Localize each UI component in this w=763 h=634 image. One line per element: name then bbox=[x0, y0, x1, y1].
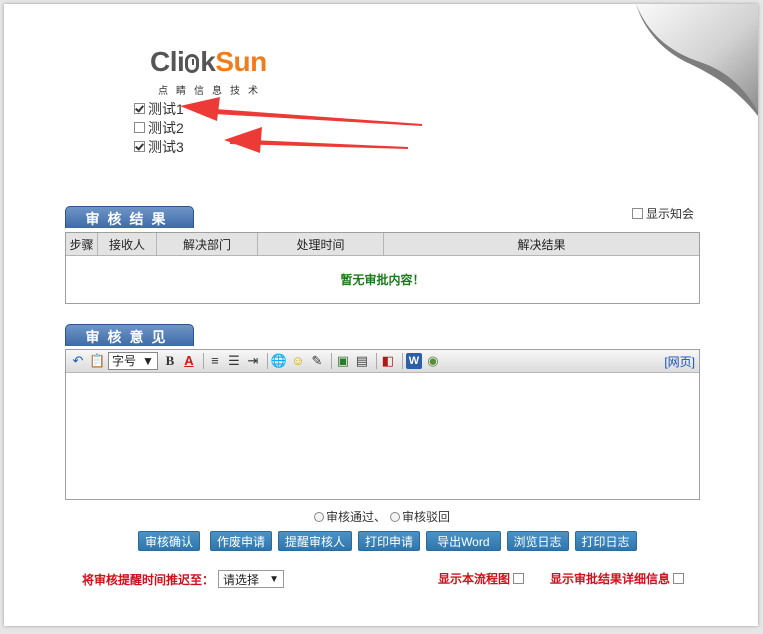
print-log-button[interactable]: 打印日志 bbox=[574, 531, 637, 551]
numbered-list-icon[interactable]: ☰ bbox=[226, 353, 242, 369]
tab-review-result[interactable]: 审核结果 bbox=[65, 206, 194, 228]
show-detail-toggle[interactable]: 显示审批结果详细信息 bbox=[550, 570, 687, 587]
annotation-arrows bbox=[180, 97, 422, 153]
approve-label: 审核通过、 bbox=[326, 510, 387, 524]
confirm-review-button[interactable]: 审核确认 bbox=[138, 531, 201, 551]
view-log-button[interactable]: 浏览日志 bbox=[506, 531, 569, 551]
mouse-icon bbox=[185, 54, 200, 73]
show-flowchart-label: 显示本流程图 bbox=[438, 572, 511, 586]
toolbar-divider bbox=[375, 353, 377, 369]
flash-media-icon[interactable]: ◧ bbox=[380, 353, 396, 369]
show-detail-checkbox[interactable] bbox=[673, 573, 685, 584]
bold-icon[interactable]: B bbox=[162, 353, 178, 369]
test2-checkbox[interactable] bbox=[134, 122, 145, 133]
chevron-down-icon: ▼ bbox=[269, 573, 280, 585]
webpage-mode-link[interactable]: [网页] bbox=[664, 353, 695, 370]
show-detail-label: 显示审批结果详细信息 bbox=[550, 572, 671, 586]
delay-select[interactable]: 请选择 ▼ bbox=[218, 570, 285, 588]
approve-radio[interactable] bbox=[314, 511, 324, 522]
delay-select-value: 请选择 bbox=[223, 572, 260, 587]
export-word-button[interactable]: 导出Word bbox=[426, 531, 501, 551]
red-arrow-icon bbox=[180, 97, 422, 126]
toolbar-divider bbox=[202, 353, 204, 369]
test1-checkbox[interactable] bbox=[134, 103, 145, 114]
logo-text-sun: Sun bbox=[215, 46, 267, 77]
toolbar-divider bbox=[401, 353, 403, 369]
preview-icon[interactable]: ◉ bbox=[425, 353, 441, 369]
table-header-row: 步骤 接收人 解决部门 处理时间 解决结果 bbox=[66, 233, 699, 256]
show-know-label: 显示知会 bbox=[646, 207, 695, 221]
page-curl-decoration bbox=[636, 4, 758, 116]
font-color-icon[interactable]: A bbox=[181, 353, 197, 369]
action-button-row: 审核确认 作废申请 提醒审核人 打印申请 导出Word 浏览日志 打印日志 bbox=[138, 531, 637, 551]
font-size-select[interactable]: 字号 ▼ bbox=[108, 352, 158, 370]
editor-content-area[interactable] bbox=[66, 373, 699, 500]
empty-message: 暂无审批内容！ bbox=[340, 273, 425, 287]
delay-reminder: 将审核提醒时间推迟至： 请选择 ▼ bbox=[82, 570, 285, 588]
review-result-table: 步骤 接收人 解决部门 处理时间 解决结果 bbox=[66, 233, 699, 256]
review-result-panel: 步骤 接收人 解决部门 处理时间 解决结果 暂无审批内容！ bbox=[65, 232, 700, 304]
indent-icon[interactable]: ⇥ bbox=[245, 353, 261, 369]
remind-reviewer-button[interactable]: 提醒审核人 bbox=[278, 531, 353, 551]
save-icon[interactable]: ▤ bbox=[354, 353, 370, 369]
red-arrow-icon bbox=[224, 127, 408, 153]
show-know-checkbox[interactable] bbox=[632, 208, 643, 219]
hyperlink-globe-icon[interactable]: 🌐 bbox=[271, 353, 287, 369]
chevron-down-icon: ▼ bbox=[142, 354, 154, 368]
emoticon-icon[interactable]: ☺ bbox=[290, 353, 306, 369]
show-know-toggle[interactable]: 显示知会 bbox=[632, 205, 694, 222]
reject-label: 审核驳回 bbox=[402, 510, 451, 524]
col-department: 解决部门 bbox=[156, 233, 258, 256]
show-flowchart-toggle[interactable]: 显示本流程图 bbox=[438, 570, 527, 587]
void-request-button[interactable]: 作废申请 bbox=[210, 531, 273, 551]
insert-image-icon[interactable]: ▣ bbox=[335, 353, 351, 369]
toolbar-divider bbox=[330, 353, 332, 369]
logo-text-cli: Cli bbox=[150, 46, 185, 77]
logo-wordmark: Cli kSun bbox=[150, 46, 267, 78]
col-step: 步骤 bbox=[66, 233, 98, 256]
toolbar-divider bbox=[266, 353, 268, 369]
logo-text-k: k bbox=[200, 46, 216, 77]
col-receiver: 接收人 bbox=[97, 233, 157, 256]
approval-radio-group: 审核通过、 审核驳回 bbox=[314, 508, 450, 525]
word-icon[interactable]: W bbox=[405, 353, 422, 369]
undo-icon[interactable]: ↶ bbox=[70, 353, 86, 369]
show-flowchart-checkbox[interactable] bbox=[513, 573, 525, 584]
editor-toolbar: ↶ 📋 字号 ▼ B A ≡ ☰ ⇥ 🌐 ☺ ✎ ▣ ▤ ◧ W ◉ [网页] bbox=[66, 350, 699, 373]
align-icon[interactable]: ≡ bbox=[207, 353, 223, 369]
delay-label: 将审核提醒时间推迟至： bbox=[82, 572, 215, 587]
paste-icon[interactable]: 📋 bbox=[89, 353, 105, 369]
edit-icon[interactable]: ✎ bbox=[309, 353, 325, 369]
opinion-editor: ↶ 📋 字号 ▼ B A ≡ ☰ ⇥ 🌐 ☺ ✎ ▣ ▤ ◧ W ◉ [网页] bbox=[65, 349, 700, 500]
tab-review-opinion[interactable]: 审核意见 bbox=[65, 324, 194, 346]
col-time: 处理时间 bbox=[257, 233, 384, 256]
reject-radio[interactable] bbox=[390, 511, 401, 522]
font-size-label: 字号 bbox=[112, 354, 137, 368]
test3-checkbox[interactable] bbox=[134, 141, 145, 152]
col-result: 解决结果 bbox=[383, 233, 699, 256]
print-request-button[interactable]: 打印申请 bbox=[358, 531, 421, 551]
